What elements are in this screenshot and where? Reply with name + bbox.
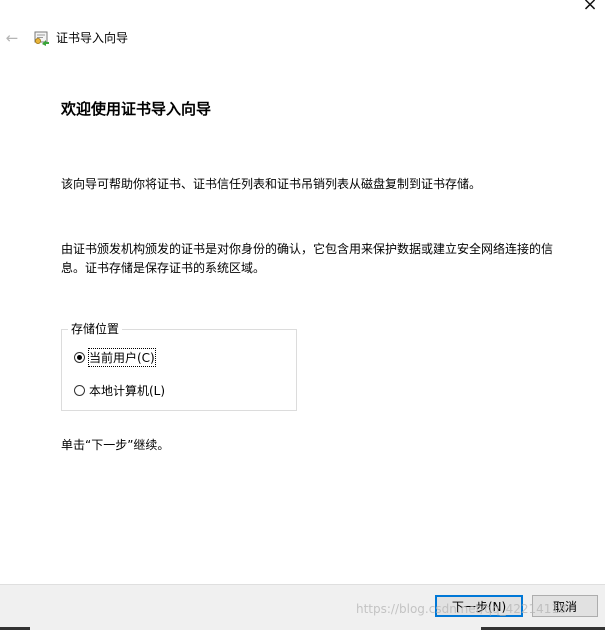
radio-local-machine[interactable]: 本地计算机(L) [74,381,165,399]
page-title: 欢迎使用证书导入向导 [61,100,212,118]
next-button[interactable]: 下一步(N) [435,595,523,617]
store-location-group: 存储位置 当前用户(C) 本地计算机(L) [61,321,297,411]
cancel-button[interactable]: 取消 [532,595,598,617]
certificate-import-wizard: × ← 证书导入向导 欢迎使用证书导入向导 该向导可帮助你将证书、证书信任列表和… [0,0,605,630]
radio-current-user[interactable]: 当前用户(C) [74,347,156,367]
close-icon[interactable]: × [579,0,601,16]
back-arrow-icon[interactable]: ← [4,26,20,50]
continue-instruction: 单击“下一步”继续。 [61,438,170,452]
radio-button-checked[interactable] [74,351,85,363]
radio-button[interactable] [74,384,85,396]
intro-paragraph: 该向导可帮助你将证书、证书信任列表和证书吊销列表从磁盘复制到证书存储。 [61,177,482,191]
certificate-description: 由证书颁发机构颁发的证书是对你身份的确认，它包含用来保护数据或建立安全网络连接的… [61,242,554,275]
store-location-legend: 存储位置 [68,321,123,337]
wizard-titlebar: ← 证书导入向导 [0,26,605,50]
radio-label-current-user[interactable]: 当前用户(C) [88,347,156,367]
certificate-wizard-icon [34,31,49,46]
wizard-title: 证书导入向导 [56,31,129,45]
wizard-footer: 下一步(N) 取消 [0,584,605,630]
radio-label-local-machine[interactable]: 本地计算机(L) [89,382,165,399]
